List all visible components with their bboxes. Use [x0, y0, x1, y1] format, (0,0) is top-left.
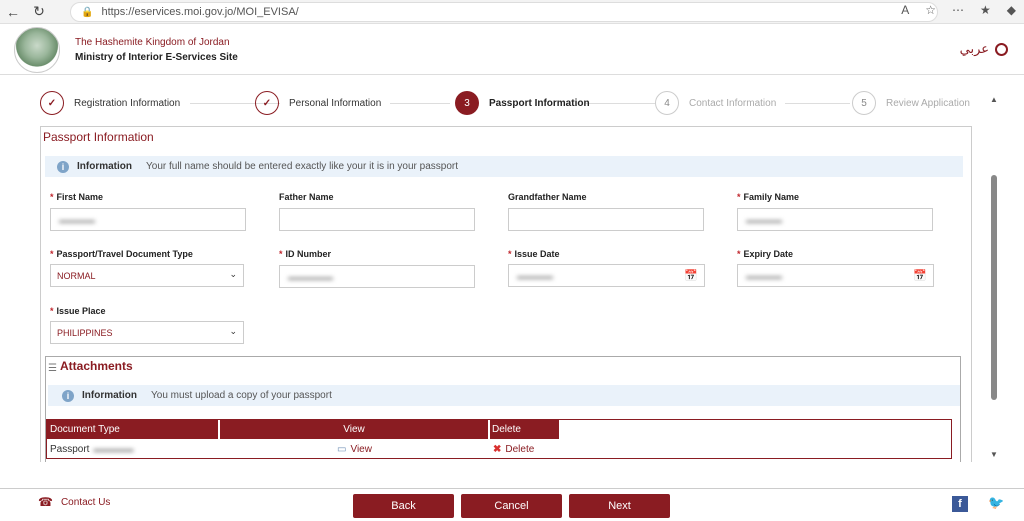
issue-place-label: * Issue Place — [50, 306, 106, 316]
info-message: Your full name should be entered exactly… — [146, 161, 459, 172]
step-label: Registration Information — [74, 97, 181, 109]
jordan-crest-logo — [14, 27, 60, 73]
info-icon: i — [62, 389, 74, 402]
view-icon: ▭ — [337, 443, 347, 455]
calendar-icon[interactable]: 📅 — [684, 269, 698, 282]
lock-icon: 🔒 — [81, 6, 94, 18]
check-icon: ✓ — [40, 91, 64, 115]
ministry-title: Ministry of Interior E-Services Site — [75, 52, 238, 63]
facebook-icon[interactable]: f — [952, 496, 968, 512]
content-scrollbar[interactable]: ▲ ▼ — [990, 95, 998, 460]
favorite-star-icon[interactable]: ☆ — [925, 3, 936, 17]
expiry-date-input[interactable]: ▬▬▬▬ 📅 — [737, 264, 934, 287]
issue-date-label: * Issue Date — [508, 249, 560, 259]
step-registration: ✓ Registration Information — [40, 91, 180, 115]
issue-place-select[interactable]: PHILIPPINES ⌄ — [50, 321, 244, 344]
id-number-input[interactable]: ▬▬▬▬▬ — [279, 265, 475, 288]
kingdom-title: The Hashemite Kingdom of Jordan — [75, 37, 230, 48]
calendar-icon[interactable]: 📅 — [913, 269, 927, 282]
view-link[interactable]: ▭ View — [337, 440, 372, 458]
browser-actions: A ☆ ⋯ ★ ◆ — [901, 3, 1016, 17]
wizard-steps: ✓ Registration Information ✓ Personal In… — [40, 91, 970, 115]
col-document-type: Document Type — [47, 420, 218, 439]
settings-more-icon[interactable]: ⋯ — [952, 3, 964, 17]
delete-x-icon: ✖ — [493, 443, 502, 455]
address-bar[interactable]: 🔒 https://eservices.moi.gov.jo/MOI_EVISA… — [70, 2, 938, 22]
col-delete: Delete — [489, 420, 559, 439]
step-label: Personal Information — [289, 97, 382, 109]
attachments-title: Attachments — [60, 359, 133, 373]
cancel-button[interactable]: Cancel — [461, 494, 562, 518]
contact-us-link[interactable]: ☎ Contact Us — [38, 495, 110, 509]
language-label[interactable]: عربي — [960, 41, 989, 57]
father-name-label: Father Name — [279, 192, 334, 202]
copilot-icon[interactable]: ◆ — [1007, 3, 1016, 17]
back-arrow-icon[interactable]: ← — [0, 4, 26, 20]
step-label: Review Application — [886, 97, 970, 109]
chevron-down-icon: ⌄ — [229, 269, 237, 279]
attachments-info-strip: i Information You must upload a copy of … — [48, 385, 960, 406]
expiry-date-label: * Expiry Date — [737, 249, 794, 259]
info-message: You must upload a copy of your passport — [151, 390, 332, 401]
step-number: 5 — [852, 91, 876, 115]
language-switch[interactable]: عربي — [960, 41, 1008, 57]
phone-icon: ☎ — [38, 495, 53, 509]
step-passport: 3 Passport Information — [455, 91, 590, 115]
issue-place-value: PHILIPPINES — [57, 327, 113, 338]
step-number: 4 — [655, 91, 679, 115]
globe-icon[interactable] — [995, 42, 1008, 56]
passport-info-strip: i Information Your full name should be e… — [45, 156, 963, 177]
chevron-down-icon: ⌄ — [229, 326, 237, 336]
step-number: 3 — [455, 91, 479, 115]
doc-type-label: * Passport/Travel Document Type — [50, 249, 193, 259]
scroll-thumb[interactable] — [991, 175, 997, 400]
browser-toolbar: ← ↻ 🔒 https://eservices.moi.gov.jo/MOI_E… — [0, 0, 1024, 24]
step-label: Passport Information — [489, 97, 590, 109]
step-contact: 4 Contact Information — [655, 91, 776, 115]
first-name-input[interactable]: ▬▬▬▬ — [50, 208, 246, 231]
read-aloud-icon[interactable]: A — [901, 3, 909, 17]
step-review: 5 Review Application — [852, 91, 970, 115]
favorites-icon[interactable]: ★ — [980, 3, 991, 17]
panel-title: Passport Information — [43, 130, 154, 144]
father-name-input[interactable] — [279, 208, 475, 231]
doc-type-value: NORMAL — [57, 270, 96, 281]
info-heading: Information — [77, 161, 132, 172]
list-icon: ☰ — [48, 363, 57, 374]
scroll-up-icon[interactable]: ▲ — [990, 95, 998, 104]
scroll-down-icon[interactable]: ▼ — [990, 450, 998, 459]
twitter-icon[interactable]: 🐦 — [988, 495, 1004, 511]
grandfather-name-input[interactable] — [508, 208, 704, 231]
doc-type-select[interactable]: NORMAL ⌄ — [50, 264, 244, 287]
family-name-input[interactable]: ▬▬▬▬ — [737, 208, 933, 231]
delete-link[interactable]: ✖ Delete — [493, 440, 534, 458]
step-personal: ✓ Personal Information — [255, 91, 381, 115]
doc-type-cell: Passport — [50, 443, 90, 455]
family-name-label: * Family Name — [737, 192, 800, 202]
table-row: Passport ▬▬▬▬ — [50, 443, 134, 455]
info-icon: i — [57, 160, 69, 173]
step-label: Contact Information — [689, 97, 777, 109]
next-button[interactable]: Next — [569, 494, 670, 518]
site-header: The Hashemite Kingdom of Jordan Ministry… — [0, 25, 1024, 75]
url-text: https://eservices.moi.gov.jo/MOI_EVISA/ — [101, 6, 299, 18]
first-name-label: * First Name — [50, 192, 104, 202]
id-number-label: * ID Number — [279, 249, 332, 259]
attachments-table: Document Type View Delete Passport ▬▬▬▬ … — [46, 419, 952, 459]
col-view: View — [219, 420, 488, 439]
info-heading: Information — [82, 390, 137, 401]
check-icon: ✓ — [255, 91, 279, 115]
issue-date-input[interactable]: ▬▬▬▬ 📅 — [508, 264, 705, 287]
grandfather-name-label: Grandfather Name — [508, 192, 587, 202]
back-button[interactable]: Back — [353, 494, 454, 518]
refresh-icon[interactable]: ↻ — [26, 3, 52, 20]
